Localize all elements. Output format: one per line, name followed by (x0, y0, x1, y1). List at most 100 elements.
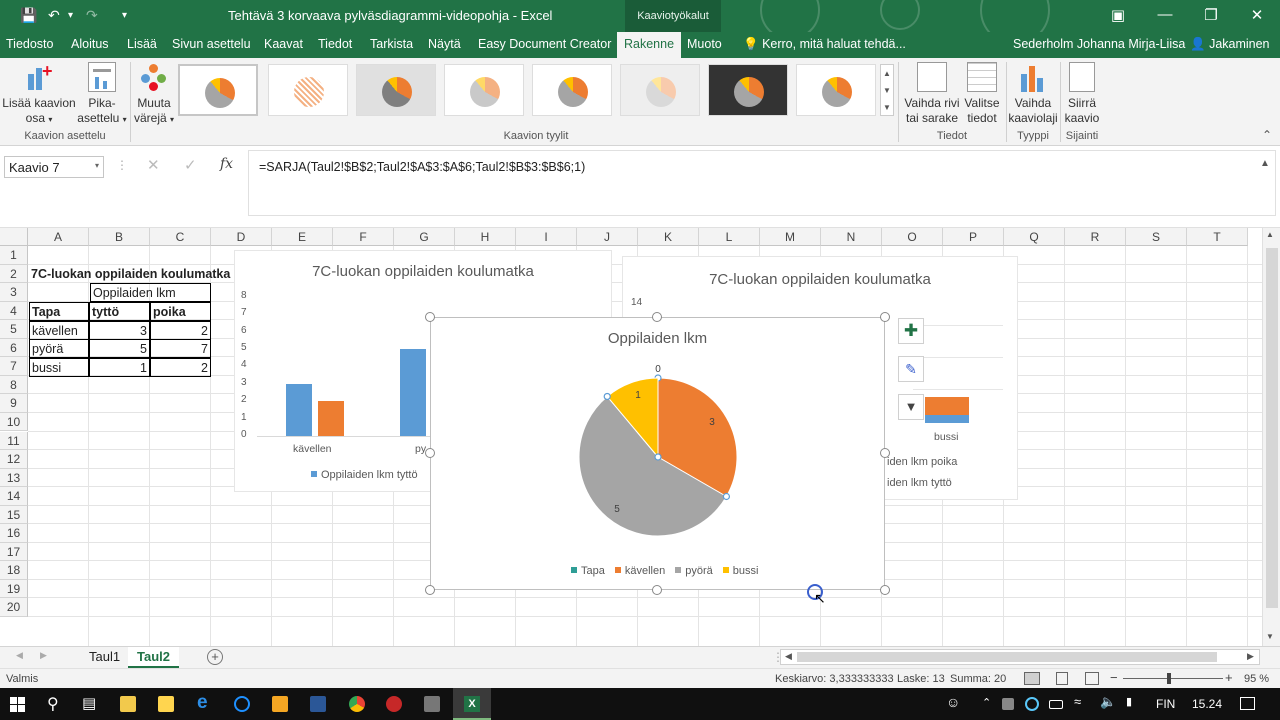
cell-B2[interactable]: Oppilaiden lkm (90, 283, 211, 302)
chart-style-7[interactable] (708, 64, 788, 116)
tab-page-layout[interactable]: Sivun asettelu (172, 37, 251, 51)
cell-A4[interactable]: kävellen (29, 321, 89, 340)
row-header-7[interactable]: 7 (0, 357, 28, 376)
row-header-9[interactable]: 9 (0, 394, 28, 413)
scroll-tabs-right-icon[interactable]: ▶ (40, 650, 47, 661)
pie-data-label[interactable]: 1 (635, 390, 641, 401)
collapse-formula-bar-icon[interactable]: ▲ (1260, 158, 1270, 169)
column-header-R[interactable]: R (1065, 228, 1126, 246)
undo-dropdown-icon[interactable]: ▾ (68, 10, 73, 21)
cell-B5[interactable]: 5 (89, 339, 150, 358)
windows-start-icon[interactable] (10, 697, 25, 712)
cell-B6[interactable]: 1 (89, 358, 150, 377)
legend-entry-bussi[interactable]: bussi (722, 565, 758, 577)
redo-icon[interactable]: ↷ (86, 7, 98, 24)
tab-format[interactable]: Muoto (687, 37, 722, 51)
media-app-icon[interactable] (234, 696, 250, 712)
row-header-2[interactable]: 2 (0, 264, 28, 284)
scroll-left-icon[interactable]: ◀ (785, 651, 792, 662)
vertical-scrollbar[interactable]: ▲ ▼ (1262, 228, 1280, 646)
cell-A1[interactable]: 7C-luokan oppilaiden koulumatka (29, 265, 232, 283)
row-header-15[interactable]: 15 (0, 505, 28, 525)
scrollbar-thumb[interactable] (1266, 248, 1278, 608)
cell-B3[interactable]: tyttö (89, 302, 150, 321)
chart-styles-button[interactable]: ✎ (898, 356, 924, 382)
action-center-icon[interactable] (1240, 697, 1255, 710)
row-header-13[interactable]: 13 (0, 468, 28, 488)
maximize-icon[interactable]: ❐ (1196, 6, 1226, 24)
volume-icon[interactable]: 🔈 (1100, 694, 1116, 710)
column-header-F[interactable]: F (333, 228, 394, 246)
row-header-17[interactable]: 17 (0, 542, 28, 562)
task-view-icon[interactable]: ▤ (82, 694, 96, 712)
row-header-3[interactable]: 3 (0, 283, 28, 302)
chart-style-2[interactable] (268, 64, 348, 116)
resize-handle[interactable] (425, 312, 435, 322)
zoom-level[interactable]: 95 % (1244, 673, 1269, 685)
chrome-icon[interactable] (349, 696, 365, 712)
pie-data-label[interactable]: 0 (655, 364, 661, 375)
row-header-8[interactable]: 8 (0, 375, 28, 395)
worksheet-grid[interactable]: ABCDEFGHIJKLMNOPQRST 1 2 3 4 5 6 7 8 9 10 11 12 13 14… (0, 228, 1280, 646)
close-icon[interactable]: ✕ (1242, 6, 1272, 24)
language-indicator[interactable]: FIN (1156, 697, 1175, 711)
column-header-E[interactable]: E (272, 228, 333, 246)
search-icon[interactable]: ⚲ (47, 694, 59, 714)
battery-icon[interactable] (1049, 700, 1063, 709)
minimize-icon[interactable]: — (1150, 6, 1180, 23)
chart-style-8[interactable] (796, 64, 876, 116)
column-header-I[interactable]: I (516, 228, 577, 246)
share-button[interactable]: 👤 Jakaminen (1190, 37, 1270, 52)
tab-easy-document-creator[interactable]: Easy Document Creator (478, 37, 611, 51)
tab-insert[interactable]: Lisää (127, 37, 157, 51)
pie-plot-area[interactable]: 0 3 5 1 (431, 318, 886, 591)
notification-tray-icon[interactable]: ▮ (1126, 695, 1132, 708)
undo-icon[interactable]: ↶ (48, 7, 60, 24)
row-header-20[interactable]: 20 (0, 598, 28, 617)
column-header-L[interactable]: L (699, 228, 760, 246)
column-header-A[interactable]: A (28, 228, 89, 246)
row-header-11[interactable]: 11 (0, 431, 28, 450)
styles-gallery-scroll[interactable]: ▲ ▼ ▼ (880, 64, 894, 116)
clock[interactable]: 15.24 (1192, 697, 1222, 711)
scroll-up-icon[interactable]: ▲ (1266, 230, 1274, 239)
user-name[interactable]: Sederholm Johanna Mirja-Liisa (1013, 37, 1185, 51)
column-header-T[interactable]: T (1187, 228, 1248, 246)
row-header-19[interactable]: 19 (0, 579, 28, 599)
collapse-ribbon-icon[interactable]: ⌃ (1262, 128, 1272, 142)
column-header-O[interactable]: O (882, 228, 943, 246)
excel-taskbar-button[interactable]: X (453, 688, 491, 720)
chart-legend[interactable]: Tapa kävellen pyörä bussi (571, 565, 768, 577)
column-header-Q[interactable]: Q (1004, 228, 1065, 246)
chart-style-5[interactable] (532, 64, 612, 116)
scroll-tabs-left-icon[interactable]: ◀ (16, 650, 23, 661)
chart-style-3[interactable] (356, 64, 436, 116)
video-app-icon[interactable] (272, 696, 288, 712)
page-break-view-button[interactable] (1085, 672, 1099, 685)
row-header-1[interactable]: 1 (0, 246, 28, 265)
app-icon[interactable] (386, 696, 402, 712)
tray-expand-icon[interactable]: ⌃ (982, 696, 991, 709)
legend-entry-kävellen[interactable]: kävellen (614, 565, 665, 577)
sheet-tab-taul1[interactable]: Taul1 (80, 647, 129, 668)
move-chart-button[interactable]: Siirrä kaavio (1062, 62, 1102, 126)
row-header-6[interactable]: 6 (0, 338, 28, 358)
row-header-16[interactable]: 16 (0, 524, 28, 543)
cell-A6[interactable]: bussi (29, 358, 89, 377)
row-header-18[interactable]: 18 (0, 561, 28, 580)
scroll-right-icon[interactable]: ▶ (1247, 651, 1254, 662)
edge-icon[interactable]: e (197, 692, 208, 714)
resize-handle[interactable] (425, 448, 435, 458)
slice-handle[interactable] (722, 492, 731, 501)
chart-elements-button[interactable]: ✚ (898, 318, 924, 344)
legend-entry-Tapa[interactable]: Tapa (571, 565, 605, 577)
zoom-out-button[interactable]: − (1110, 670, 1118, 685)
new-sheet-button[interactable]: + (207, 649, 223, 665)
cell-C5[interactable]: 7 (150, 339, 211, 358)
cell-A5[interactable]: pyörä (29, 339, 89, 358)
horizontal-scrollbar[interactable]: ◀ ▶ (780, 649, 1260, 665)
chart-style-6[interactable] (620, 64, 700, 116)
column-header-N[interactable]: N (821, 228, 882, 246)
tab-formulas[interactable]: Kaavat (264, 37, 303, 51)
tell-me-box[interactable]: 💡 Kerro, mitä haluat tehdä... (743, 37, 906, 52)
